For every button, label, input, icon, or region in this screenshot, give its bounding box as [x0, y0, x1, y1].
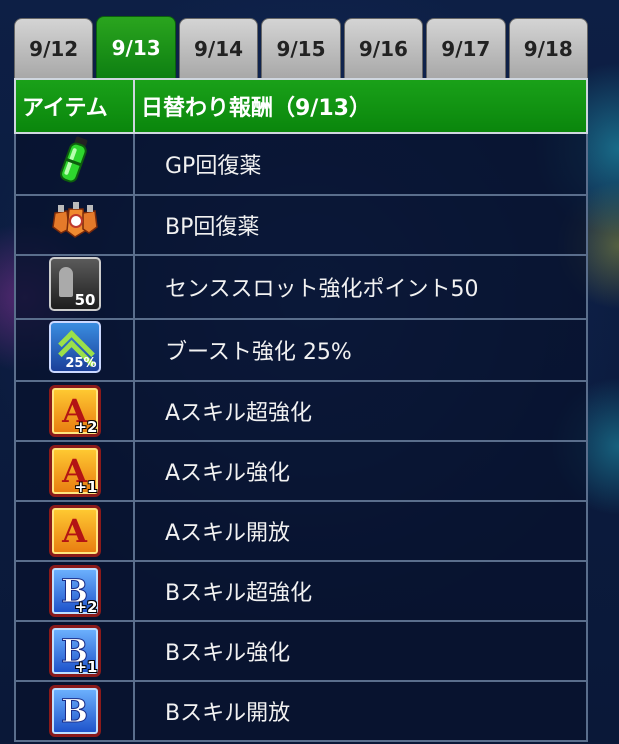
b-skill-icon: B +2 — [48, 565, 101, 617]
item-name: センススロット強化ポイント50 — [133, 254, 588, 320]
bp-potion-icon — [49, 199, 101, 245]
tab-9-15[interactable]: 9/15 — [261, 18, 341, 78]
table-row: B Bスキル開放 — [14, 680, 588, 742]
column-header-item: アイテム — [14, 78, 135, 134]
table-row: B +1 Bスキル強化 — [14, 620, 588, 682]
table-row: A +1 Aスキル強化 — [14, 440, 588, 502]
tab-9-12[interactable]: 9/12 — [14, 18, 94, 78]
table-header-row: アイテム 日替わり報酬（9/13） — [14, 78, 588, 134]
b-skill-icon: B — [48, 685, 101, 737]
item-name: Bスキル超強化 — [133, 560, 588, 622]
sense-slot-icon-label: 50 — [74, 291, 96, 309]
a-skill-icon: A +1 — [48, 445, 101, 497]
item-name: ブースト強化 25% — [133, 318, 588, 382]
table-row: BP回復薬 — [14, 194, 588, 256]
gp-potion-icon — [55, 135, 95, 187]
item-name: BP回復薬 — [133, 194, 588, 256]
table-row: A Aスキル開放 — [14, 500, 588, 562]
tab-9-14[interactable]: 9/14 — [178, 18, 259, 78]
boost-icon-label: 25% — [65, 356, 97, 371]
table-row: 25% ブースト強化 25% — [14, 318, 588, 382]
item-name: Bスキル開放 — [133, 680, 588, 742]
column-header-reward: 日替わり報酬（9/13） — [133, 78, 588, 134]
table-row: A +2 Aスキル超強化 — [14, 380, 588, 442]
table-row: GP回復薬 — [14, 132, 588, 196]
reward-table: アイテム 日替わり報酬（9/13） GP回復薬 BP回復薬 50 センススロット… — [14, 78, 588, 742]
b-skill-icon: B +1 — [48, 625, 101, 677]
tab-9-18[interactable]: 9/18 — [508, 18, 588, 78]
tab-9-16[interactable]: 9/16 — [343, 18, 424, 78]
table-row: B +2 Bスキル超強化 — [14, 560, 588, 622]
a-skill-icon: A — [48, 505, 101, 557]
table-row: 50 センススロット強化ポイント50 — [14, 254, 588, 320]
daily-reward-panel: 9/12 9/13 9/14 9/15 9/16 9/17 9/18 アイテム … — [14, 16, 588, 744]
item-name: Aスキル強化 — [133, 440, 588, 502]
item-name: Aスキル開放 — [133, 500, 588, 562]
boost-icon: 25% — [48, 321, 101, 373]
date-tabs: 9/12 9/13 9/14 9/15 9/16 9/17 9/18 — [14, 16, 588, 78]
item-name: Bスキル強化 — [133, 620, 588, 682]
tab-9-17[interactable]: 9/17 — [426, 18, 506, 78]
item-name: GP回復薬 — [133, 132, 588, 196]
sense-slot-icon: 50 — [48, 257, 101, 311]
tab-9-13[interactable]: 9/13 — [96, 16, 176, 78]
a-skill-icon: A +2 — [48, 385, 101, 437]
item-name: Aスキル超強化 — [133, 380, 588, 442]
